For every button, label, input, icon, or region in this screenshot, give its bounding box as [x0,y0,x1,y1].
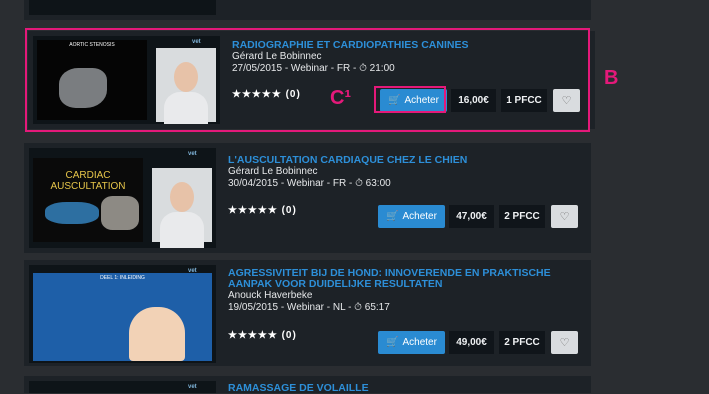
course-thumbnail[interactable]: vet [29,381,216,393]
annotation-c: C¹ [330,87,352,109]
course-thumbnail[interactable]: DEEL 1: INLEIDING vet [29,265,216,363]
course-author: Gérard Le Bobinnec [228,166,318,177]
rating: ★★★★★ (0) [228,330,297,341]
slide-title: DEEL 1: INLEIDING [100,275,145,281]
course-title[interactable]: RAMASSAGE DE VOLAILLE [228,383,581,394]
pfcc-badge: 2 PFCC [499,331,545,354]
vetup-logo: vet [188,384,197,390]
previous-thumbnail [29,0,216,15]
previous-course-card [24,0,591,20]
annotation-b: B [604,67,619,89]
heart-icon[interactable]: ♡ [551,205,578,228]
rating: ★★★★★ (0) [228,205,297,216]
highlight-box-c [374,86,446,113]
price-badge: 47,00€ [449,205,494,228]
course-thumbnail[interactable]: CARDIAC AUSCULTATION vet [29,148,216,248]
buy-button[interactable]: 🛒 Acheter [378,331,445,354]
highlight-box-b [25,28,590,132]
course-title[interactable]: AGRESSIVITEIT BIJ DE HOND: INNOVERENDE E… [228,268,581,290]
course-title[interactable]: L'AUSCULTATION CARDIAQUE CHEZ LE CHIEN [228,155,581,166]
speaker-image [129,307,185,361]
presentation-slide: DEEL 1: INLEIDING [33,273,212,361]
course-card-3: DEEL 1: INLEIDING vet AGRESSIVITEIT BIJ … [24,260,591,366]
price-badge: 49,00€ [449,331,494,354]
dog-image [101,196,139,230]
cart-icon: 🛒 [386,211,399,222]
course-meta: 19/05/2015 - Webinar - NL - ⏱ 65:17 [228,302,390,313]
cardiac-slide: CARDIAC AUSCULTATION [33,158,143,242]
course-card-2: CARDIAC AUSCULTATION vet L'AUSCULTATION … [24,143,591,253]
slide-title: CARDIAC AUSCULTATION [50,170,126,192]
pfcc-badge: 2 PFCC [499,205,545,228]
cart-icon: 🛒 [386,337,399,348]
course-author: Anouck Haverbeke [228,290,313,301]
buy-button[interactable]: 🛒 Acheter [378,205,445,228]
vetup-logo: vet [188,268,197,274]
course-meta: 30/04/2015 - Webinar - FR - ⏱ 63:00 [228,178,391,189]
course-card-4: vet RAMASSAGE DE VOLAILLE [24,376,591,394]
heart-icon[interactable]: ♡ [551,331,578,354]
speaker-image [152,168,212,248]
stethoscope-image [45,202,99,224]
vetup-logo: vet [188,151,197,157]
